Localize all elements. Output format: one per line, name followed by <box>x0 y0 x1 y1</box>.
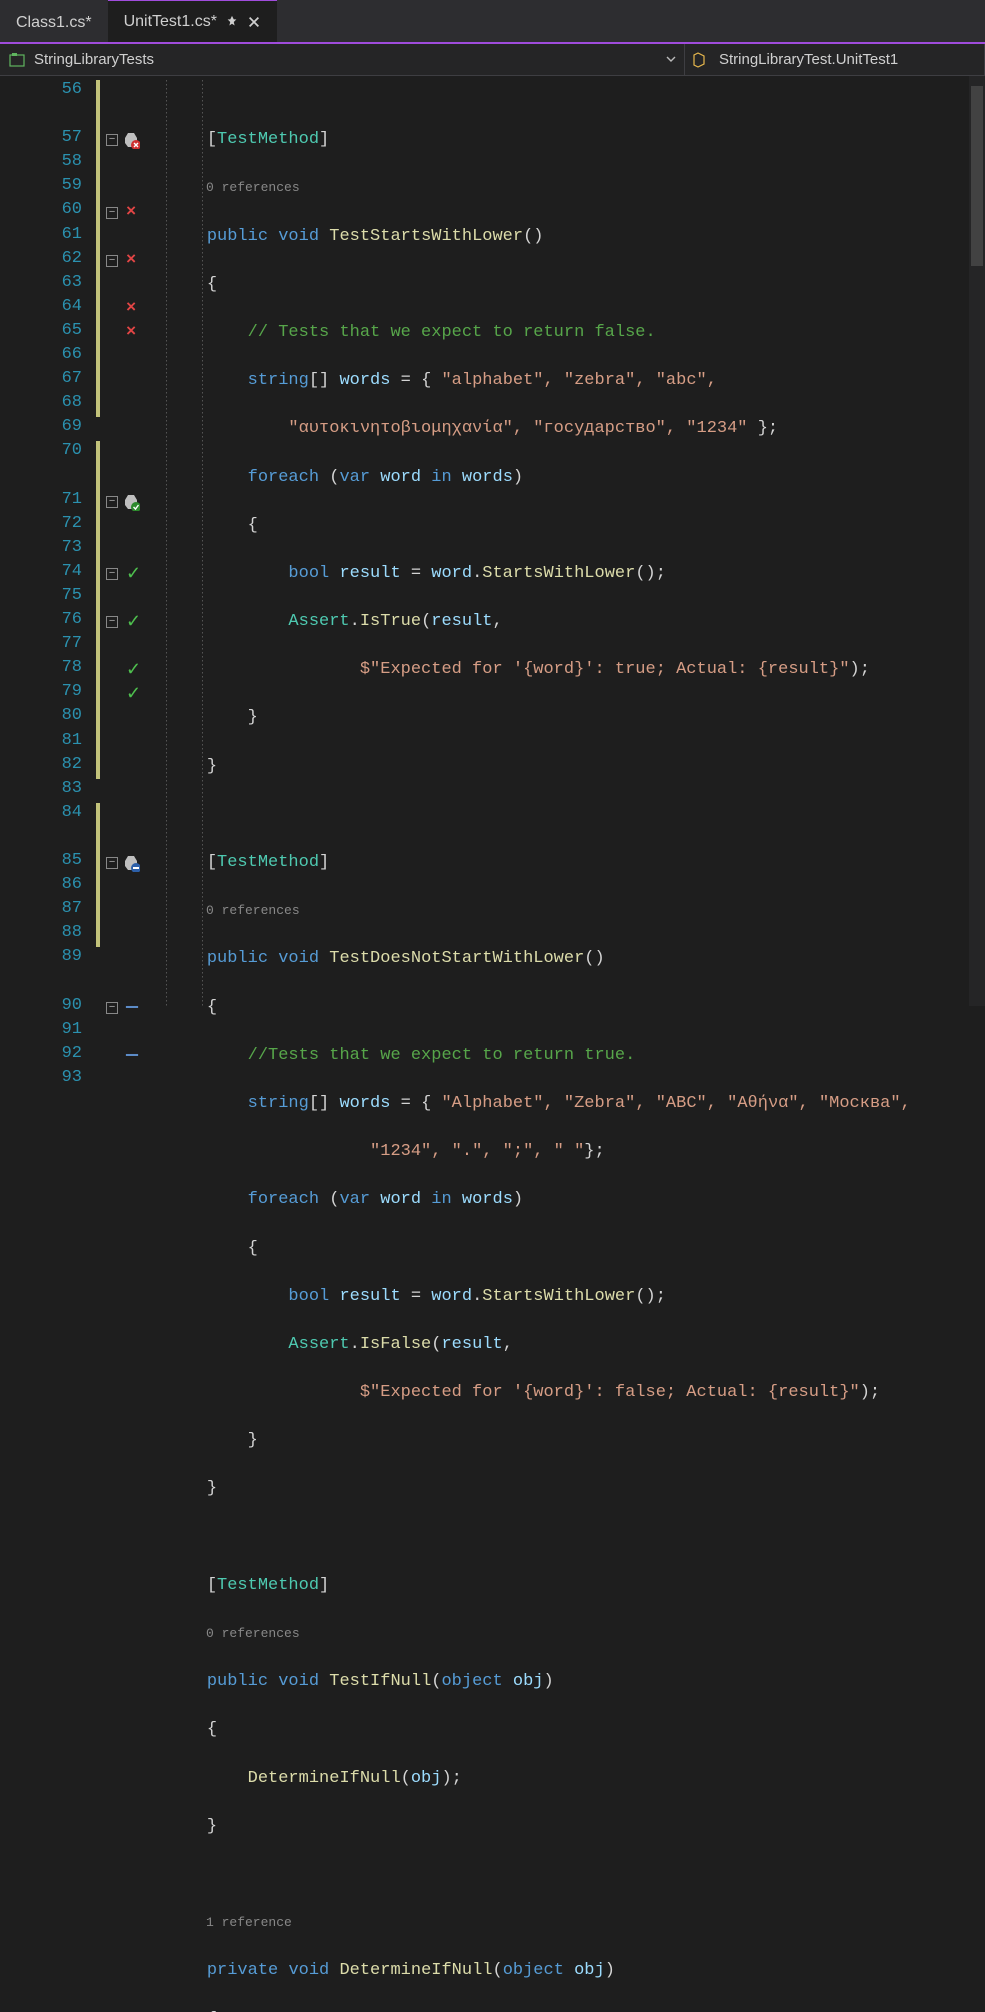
line-number: 56 <box>0 80 96 104</box>
test-fail-icon <box>122 131 140 149</box>
class-icon <box>693 51 711 69</box>
vertical-scrollbar[interactable] <box>969 76 985 1006</box>
scrollbar-thumb[interactable] <box>971 86 983 266</box>
notrun-dash-icon: — <box>126 996 138 1019</box>
codelens[interactable]: 1 reference <box>166 1911 985 1935</box>
tab-label: UnitTest1.cs* <box>124 13 217 31</box>
notrun-dash-icon: — <box>126 1044 138 1067</box>
close-icon[interactable] <box>247 15 261 29</box>
tab-label: Class1.cs* <box>16 14 92 32</box>
line-number-gutter: 56 57 58 59 60 61 62 63 64 65 66 67 68 6… <box>0 76 96 1006</box>
fold-toggle[interactable]: − <box>106 255 118 267</box>
project-icon <box>8 51 26 69</box>
pass-check-icon: ✓ <box>126 659 141 681</box>
fold-toggle[interactable]: − <box>106 134 118 146</box>
pass-check-icon: ✓ <box>126 563 141 585</box>
nav-project-dropdown[interactable]: StringLibraryTests <box>0 44 685 75</box>
codelens[interactable]: 0 references <box>166 1622 985 1646</box>
fold-toggle[interactable]: − <box>106 568 118 580</box>
fail-x-icon: × <box>126 299 136 318</box>
nav-class-dropdown[interactable]: StringLibraryTest.UnitTest1 <box>685 44 985 75</box>
tab-class1[interactable]: Class1.cs* <box>0 4 108 42</box>
pin-icon[interactable] <box>225 15 239 29</box>
pass-check-icon: ✓ <box>126 683 141 705</box>
tab-unittest1[interactable]: UnitTest1.cs* <box>108 0 277 42</box>
fold-toggle[interactable]: − <box>106 616 118 628</box>
fail-x-icon: × <box>126 323 136 342</box>
nav-project-label: StringLibraryTests <box>34 51 154 68</box>
fold-toggle[interactable]: − <box>106 857 118 869</box>
fold-toggle[interactable]: − <box>106 496 118 508</box>
fold-toggle[interactable]: − <box>106 1002 118 1014</box>
editor-margin: − −× −× × × − −✓ −✓ ✓ ✓ <box>96 76 166 1006</box>
code-editor[interactable]: 56 57 58 59 60 61 62 63 64 65 66 67 68 6… <box>0 76 985 1006</box>
fold-toggle[interactable]: − <box>106 207 118 219</box>
test-pass-icon <box>122 493 140 511</box>
codelens[interactable]: 0 references <box>166 899 985 923</box>
fail-x-icon: × <box>126 203 136 222</box>
codelens[interactable]: 0 references <box>166 176 985 200</box>
test-notrun-icon <box>122 854 140 872</box>
navigation-bar: StringLibraryTests StringLibraryTest.Uni… <box>0 44 985 76</box>
nav-class-label: StringLibraryTest.UnitTest1 <box>719 51 898 68</box>
tab-bar: Class1.cs* UnitTest1.cs* <box>0 0 985 44</box>
fail-x-icon: × <box>126 251 136 270</box>
code-area[interactable]: [TestMethod] 0 references public void Te… <box>166 76 985 1006</box>
pass-check-icon: ✓ <box>126 611 141 633</box>
chevron-down-icon <box>666 51 676 68</box>
